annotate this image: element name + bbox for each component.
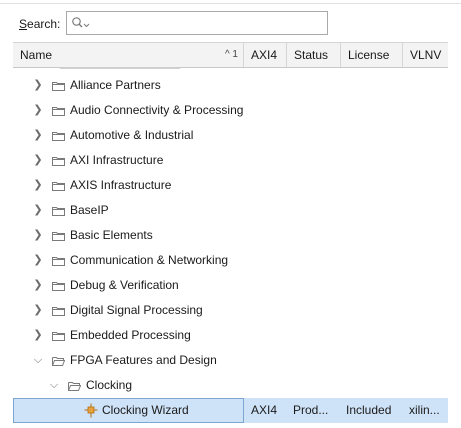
chevron-right-icon[interactable]: ❯	[32, 98, 44, 123]
tree-row-category[interactable]: ❯ AXIS Infrastructure	[13, 173, 448, 198]
tree-row-label: Basic Elements	[70, 228, 153, 242]
tree-row-label: AXI Infrastructure	[70, 153, 164, 167]
search-label-text: earch:	[27, 17, 61, 31]
ip-axi4: AXI4	[251, 403, 278, 417]
ip-name: Clocking Wizard	[102, 403, 189, 417]
chevron-right-icon[interactable]: ❯	[32, 123, 44, 148]
ip-license: Included	[346, 403, 392, 417]
folder-icon	[52, 332, 65, 341]
folder-icon	[52, 232, 65, 241]
tree-row-category[interactable]: ❯ Embedded Processing	[13, 323, 448, 348]
tree-row-category[interactable]: ❯ AXI Infrastructure	[13, 148, 448, 173]
chevron-right-icon[interactable]: ❯	[32, 273, 44, 298]
chevron-right-icon[interactable]: ❯	[32, 248, 44, 273]
sort-indicator-icon: ^ 1	[224, 49, 238, 60]
tree-row-label: Digital Signal Processing	[70, 303, 203, 317]
tree-row-subcategory-expanded[interactable]: ⌵ Clocking	[13, 373, 448, 398]
tree-row-label: Embedded Processing	[70, 328, 191, 342]
tree-row-label: AXIS Infrastructure	[70, 178, 172, 192]
column-header-status[interactable]: Status	[287, 43, 341, 67]
tree-row-category[interactable]: ❯ Automotive & Industrial	[13, 123, 448, 148]
chevron-right-icon[interactable]: ❯	[32, 323, 44, 348]
right-gutter	[448, 42, 461, 428]
tree-row-label: Audio Connectivity & Processing	[70, 103, 244, 117]
folder-icon	[52, 257, 65, 266]
ip-core-icon	[84, 403, 98, 418]
tree-row-category-expanded[interactable]: ⌵ FPGA Features and Design	[13, 348, 448, 373]
left-gutter	[0, 42, 13, 428]
folder-icon	[52, 307, 65, 316]
chevron-down-icon[interactable]: ⌵	[32, 348, 44, 373]
search-input[interactable]	[66, 11, 328, 35]
tree-row-label: BaseIP	[70, 203, 109, 217]
table-header: Name ^ 1 AXI4 Status License VLNV	[13, 42, 448, 68]
ip-status: Prod...	[293, 403, 329, 417]
chevron-right-icon[interactable]: ❯	[32, 73, 44, 98]
tree-row-ip-selected[interactable]: Clocking Wizard AXI4 Prod... Included xi…	[13, 398, 448, 423]
search-label: Search:	[19, 17, 60, 31]
chevron-right-icon[interactable]: ❯	[32, 173, 44, 198]
chevron-right-icon[interactable]: ❯	[32, 148, 44, 173]
tree-row-category[interactable]: ❯ Debug & Verification	[13, 273, 448, 298]
folder-icon	[52, 107, 65, 116]
tree-row-category[interactable]: ❯ Alliance Partners	[13, 73, 448, 98]
tree-row-label: Communication & Networking	[70, 253, 229, 267]
column-header-name[interactable]: Name ^ 1	[13, 43, 244, 67]
tree-row-label: FPGA Features and Design	[70, 353, 217, 367]
folder-open-icon	[68, 382, 81, 391]
folder-icon	[52, 207, 65, 216]
tree-row-category[interactable]: ❯ Basic Elements	[13, 223, 448, 248]
column-header-axi4[interactable]: AXI4	[244, 43, 287, 67]
tree-row-category[interactable]: ❯ Audio Connectivity & Processing	[13, 98, 448, 123]
folder-icon	[52, 157, 65, 166]
tree-row-label: Alliance Partners	[70, 78, 161, 92]
search-icon[interactable]	[71, 16, 91, 30]
chevron-down-icon[interactable]: ⌵	[48, 373, 60, 398]
folder-icon	[52, 182, 65, 191]
folder-icon	[52, 132, 65, 141]
tree-row-category[interactable]: ❯ Communication & Networking	[13, 248, 448, 273]
column-header-license[interactable]: License	[341, 43, 403, 67]
search-label-mnemonic: S	[19, 17, 28, 31]
tree-row-category[interactable]: ❯ BaseIP	[13, 198, 448, 223]
folder-open-icon	[52, 357, 65, 366]
tree-row-category[interactable]: ❯ Digital Signal Processing	[13, 298, 448, 323]
folder-icon	[52, 282, 65, 291]
folder-icon	[52, 82, 65, 91]
search-bar: Search:	[0, 4, 461, 40]
chevron-right-icon[interactable]: ❯	[32, 198, 44, 223]
partially-hidden-row	[60, 66, 180, 72]
column-header-vlnv[interactable]: VLNV	[403, 43, 448, 67]
tree-row-label: Automotive & Industrial	[70, 128, 194, 142]
column-header-name-label: Name	[20, 48, 53, 62]
ip-catalog-tree: ❯ Alliance Partners ❯ Audio Connectivity…	[13, 73, 448, 423]
chevron-right-icon[interactable]: ❯	[32, 223, 44, 248]
ip-vlnv: xilin...	[409, 403, 440, 417]
tree-row-label: Debug & Verification	[70, 278, 179, 292]
tree-row-label: Clocking	[86, 378, 133, 392]
chevron-right-icon[interactable]: ❯	[32, 298, 44, 323]
